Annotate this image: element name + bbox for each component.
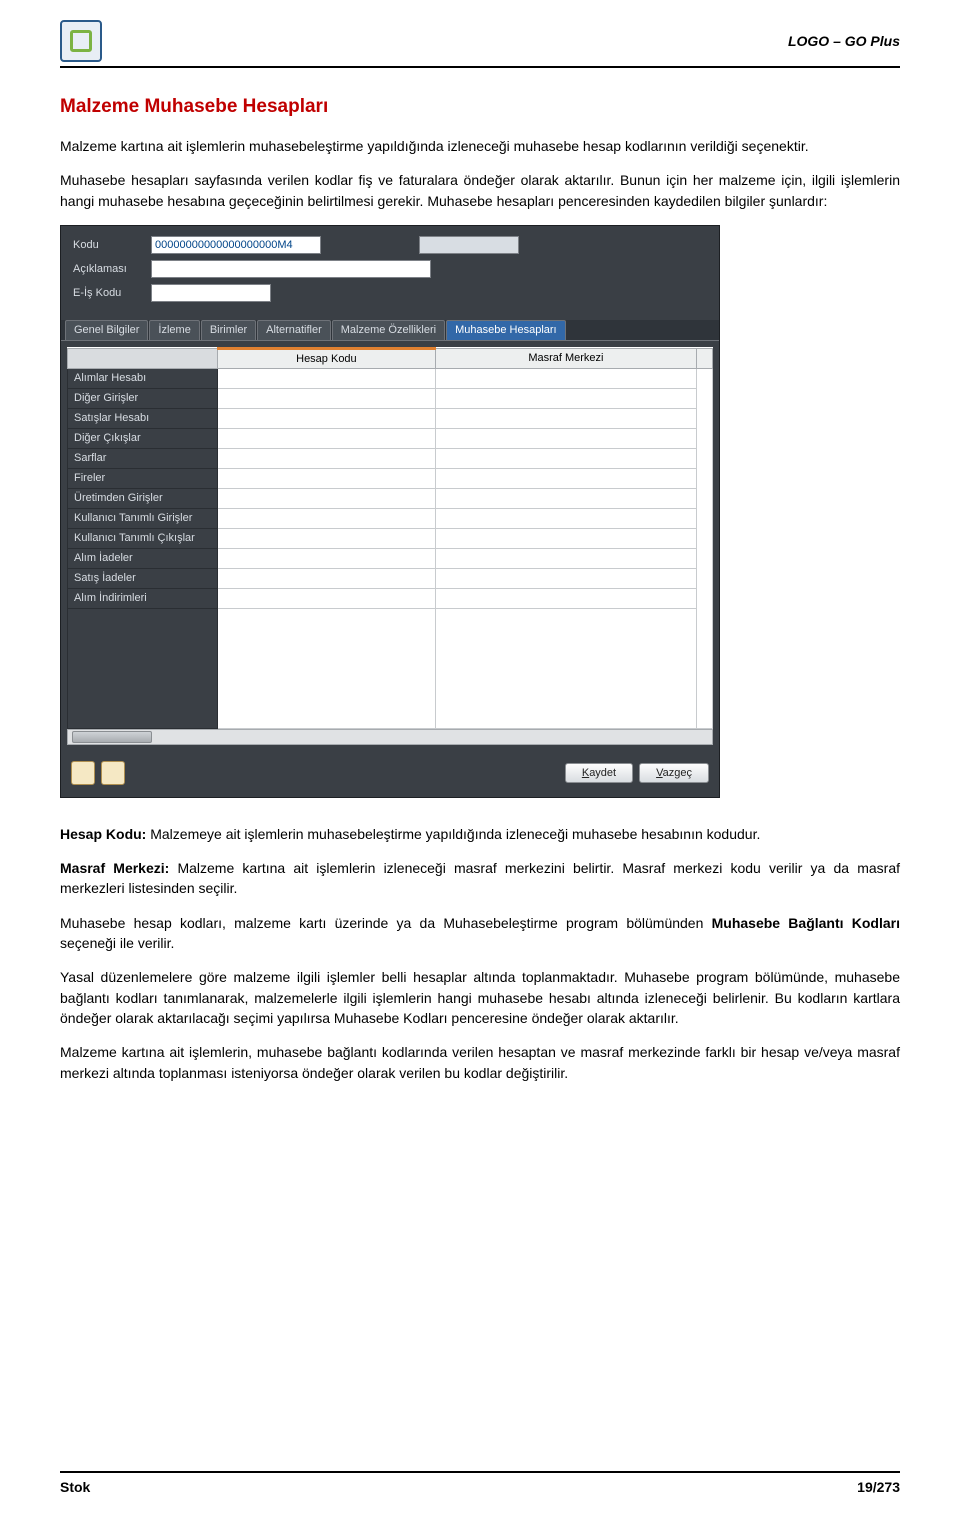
row-label: Sarflar	[68, 448, 218, 468]
footer-page: 19/273	[857, 1479, 900, 1495]
folder-icon[interactable]	[71, 761, 95, 785]
grid-header-hesap-kodu[interactable]: Hesap Kodu	[218, 348, 436, 368]
row-filler	[68, 608, 218, 728]
cell-masraf[interactable]	[435, 568, 696, 588]
tabs-bar: Genel Bilgiler İzleme Birimler Alternati…	[61, 320, 719, 341]
cell-masraf[interactable]	[435, 588, 696, 608]
tab-alternatifler[interactable]: Alternatifler	[257, 320, 331, 340]
app-window: Kodu Açıklaması E-İş Kodu Genel Bilgiler…	[60, 225, 720, 798]
cell-hesap[interactable]	[218, 548, 436, 568]
paragraph-yasal: Yasal düzenlemelere göre malzeme ilgili …	[60, 967, 900, 1028]
cell-hesap[interactable]	[218, 588, 436, 608]
cell-masraf[interactable]	[435, 468, 696, 488]
hscroll-thumb[interactable]	[72, 731, 152, 743]
row-label: Satış İadeler	[68, 568, 218, 588]
cell-masraf[interactable]	[435, 428, 696, 448]
cancel-button[interactable]: Vazgeç	[639, 763, 709, 783]
cell-hesap[interactable]	[218, 388, 436, 408]
cell-hesap[interactable]	[218, 488, 436, 508]
cell-masraf[interactable]	[435, 408, 696, 428]
def-masraf-merkezi: Masraf Merkezi: Malzeme kartına ait işle…	[60, 858, 900, 899]
tab-malzeme-ozellikleri[interactable]: Malzeme Özellikleri	[332, 320, 445, 340]
row-label: Fireler	[68, 468, 218, 488]
page-title: Malzeme Muhasebe Hesapları	[60, 96, 900, 118]
cell-hesap[interactable]	[218, 568, 436, 588]
code-extra-box	[419, 236, 519, 254]
row-label: Üretimden Girişler	[68, 488, 218, 508]
row-label: Satışlar Hesabı	[68, 408, 218, 428]
grid-wrap: Hesap Kodu Masraf Merkezi Alımlar Hesabı…	[61, 341, 719, 751]
desc-label: Açıklaması	[73, 263, 143, 275]
intro-paragraph-2: Muhasebe hesapları sayfasında verilen ko…	[60, 170, 900, 211]
paragraph-baglanti: Muhasebe hesap kodları, malzeme kartı üz…	[60, 913, 900, 954]
window-bottom-bar: Kaydet Vazgeç	[61, 751, 719, 797]
paragraph-degistir: Malzeme kartına ait işlemlerin, muhasebe…	[60, 1042, 900, 1083]
cell-hesap[interactable]	[218, 408, 436, 428]
code-label: Kodu	[73, 239, 143, 251]
eis-label: E-İş Kodu	[73, 287, 143, 299]
grid-header-masraf-merkezi[interactable]: Masraf Merkezi	[435, 348, 696, 368]
app-logo	[60, 20, 102, 62]
tab-birimler[interactable]: Birimler	[201, 320, 256, 340]
cell-hesap[interactable]	[218, 468, 436, 488]
page-icon[interactable]	[101, 761, 125, 785]
row-label: Kullanıcı Tanımlı Girişler	[68, 508, 218, 528]
row-label: Alım İadeler	[68, 548, 218, 568]
def-hesap-kodu: Hesap Kodu: Malzemeye ait işlemlerin muh…	[60, 824, 900, 844]
cell-masraf[interactable]	[435, 548, 696, 568]
cell-masraf[interactable]	[435, 448, 696, 468]
cell-masraf[interactable]	[435, 368, 696, 388]
page-header: LOGO – GO Plus	[60, 20, 900, 68]
desc-input[interactable]	[151, 260, 431, 278]
row-label: Alım İndirimleri	[68, 588, 218, 608]
cell-hesap[interactable]	[218, 508, 436, 528]
row-label: Kullanıcı Tanımlı Çıkışlar	[68, 528, 218, 548]
tab-genel-bilgiler[interactable]: Genel Bilgiler	[65, 320, 148, 340]
code-input[interactable]	[151, 236, 321, 254]
grid-body: Alımlar Hesabı Diğer Girişler Satışlar H…	[68, 368, 713, 728]
row-label: Diğer Girişler	[68, 388, 218, 408]
cell-masraf[interactable]	[435, 488, 696, 508]
row-label: Alımlar Hesabı	[68, 368, 218, 388]
form-area: Kodu Açıklaması E-İş Kodu	[61, 226, 719, 314]
cell-hesap[interactable]	[218, 448, 436, 468]
footer-section: Stok	[60, 1479, 90, 1495]
product-name: LOGO – GO Plus	[788, 33, 900, 49]
row-label: Diğer Çıkışlar	[68, 428, 218, 448]
page-footer: Stok 19/273	[60, 1471, 900, 1495]
eis-input[interactable]	[151, 284, 271, 302]
cell-hesap[interactable]	[218, 428, 436, 448]
cell-masraf[interactable]	[435, 508, 696, 528]
intro-paragraph-1: Malzeme kartına ait işlemlerin muhasebel…	[60, 136, 900, 156]
cell-hesap[interactable]	[218, 368, 436, 388]
logo-inner-square	[70, 30, 92, 52]
toolbar-mini-icons	[71, 761, 125, 785]
grid-hscrollbar[interactable]	[67, 729, 713, 745]
cell-hesap[interactable]	[218, 528, 436, 548]
cell-masraf[interactable]	[435, 528, 696, 548]
tab-muhasebe-hesaplari[interactable]: Muhasebe Hesapları	[446, 320, 566, 340]
accounts-grid: Hesap Kodu Masraf Merkezi Alımlar Hesabı…	[67, 347, 713, 729]
grid-vscrollbar[interactable]	[697, 368, 713, 728]
save-button[interactable]: Kaydet	[565, 763, 633, 783]
tab-izleme[interactable]: İzleme	[149, 320, 199, 340]
grid-header-blank	[68, 348, 218, 368]
cell-masraf[interactable]	[435, 388, 696, 408]
grid-vscroll-head	[697, 348, 713, 368]
